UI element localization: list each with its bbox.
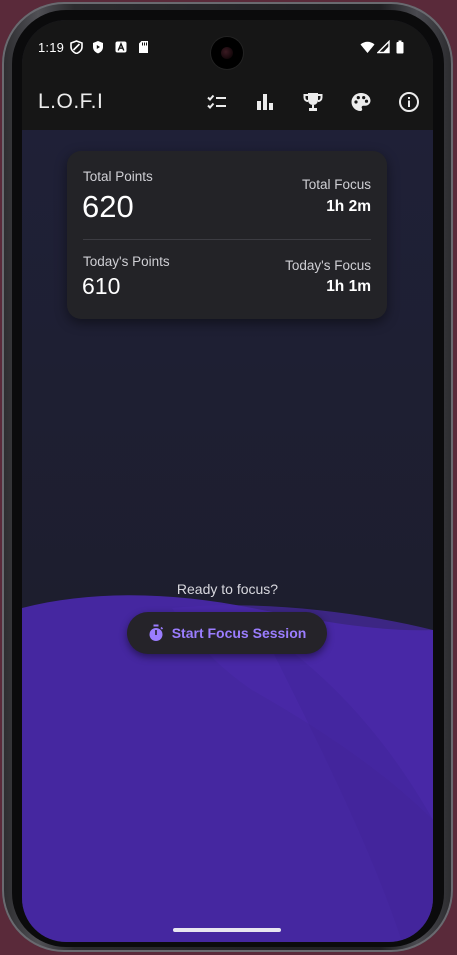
signal-icon	[376, 39, 390, 54]
front-camera	[211, 37, 243, 69]
battery-icon	[396, 40, 404, 54]
app-bar: L.O.F.I	[22, 74, 433, 130]
total-points-value: 620	[82, 189, 134, 224]
stats-card: Total Points 620 Total Focus 1h 2m Today…	[67, 151, 387, 319]
today-points-label: Today's Points	[83, 254, 170, 269]
home-indicator[interactable]	[173, 928, 281, 932]
start-focus-session-label: Start Focus Session	[171, 625, 307, 641]
stopwatch-icon	[148, 624, 164, 642]
stats-divider	[83, 239, 371, 240]
app-title: L.O.F.I	[38, 90, 104, 113]
info-icon[interactable]	[397, 90, 421, 114]
main-content: Total Points 620 Total Focus 1h 2m Today…	[22, 130, 433, 942]
checklist-icon[interactable]	[205, 90, 229, 114]
font-a-icon	[115, 40, 127, 54]
status-time: 1:19	[38, 40, 65, 55]
wifi-icon	[360, 40, 375, 54]
total-focus-label: Total Focus	[301, 177, 371, 192]
total-points-label: Total Points	[83, 169, 153, 184]
ready-to-focus-text: Ready to focus?	[176, 581, 279, 597]
play-protect-icon	[92, 40, 104, 54]
trophy-icon[interactable]	[301, 90, 325, 114]
palette-icon[interactable]	[349, 90, 373, 114]
start-focus-session-button[interactable]: Start Focus Session	[127, 612, 327, 654]
status-bar: 1:19	[22, 20, 433, 74]
today-focus-value: 1h 1m	[326, 278, 371, 295]
shield-icon	[70, 40, 83, 55]
today-focus-label: Today's Focus	[285, 258, 371, 273]
today-points-value: 610	[82, 273, 121, 299]
screen: 1:19 L.O.F.I Total Points 620 Total Focu…	[22, 20, 433, 942]
bar-chart-icon[interactable]	[253, 90, 277, 114]
sd-card-icon	[138, 40, 149, 54]
total-focus-value: 1h 2m	[326, 198, 371, 215]
